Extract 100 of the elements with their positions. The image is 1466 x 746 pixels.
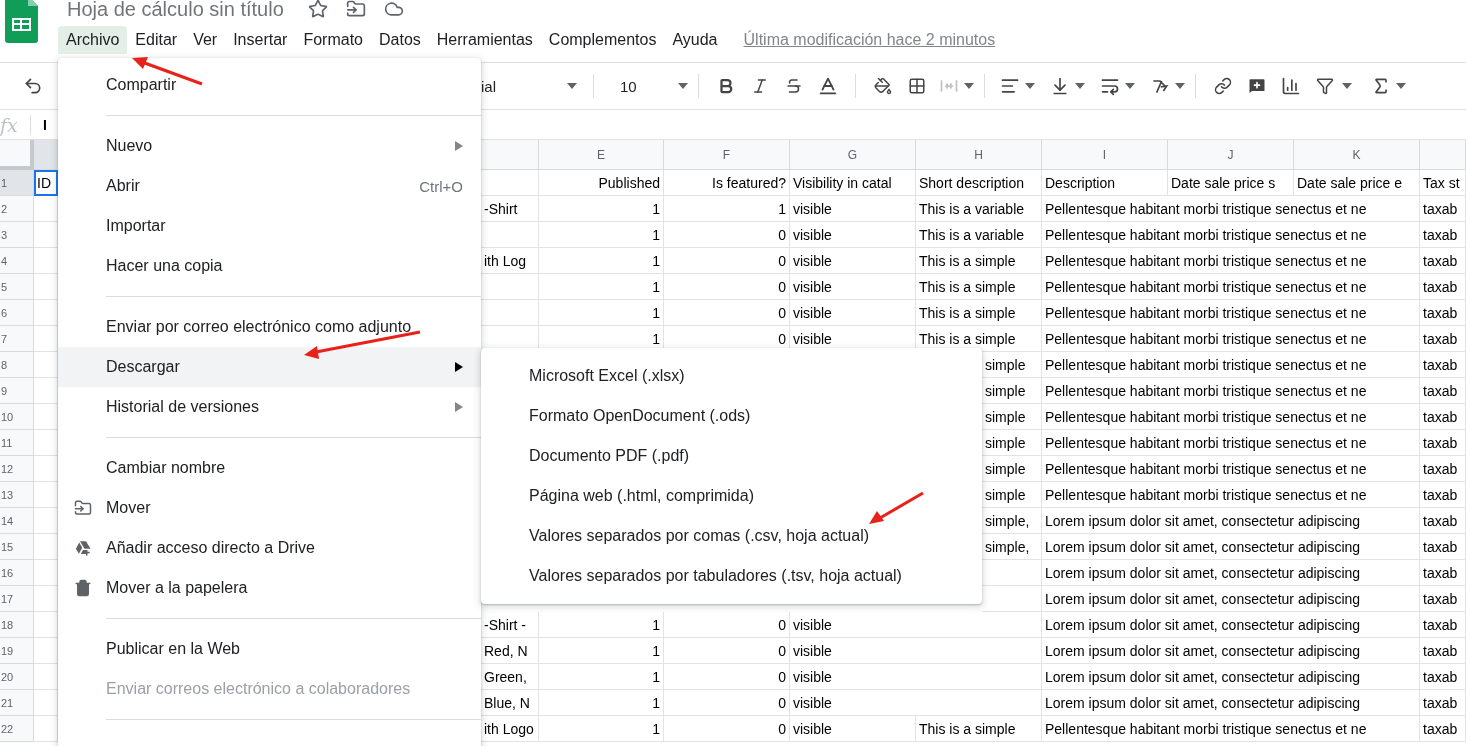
column-header[interactable]: G	[790, 140, 916, 170]
row-number[interactable]: 22	[0, 716, 34, 742]
column-header[interactable]	[34, 140, 58, 170]
row-number[interactable]: 5	[0, 274, 34, 300]
menu-item[interactable]: Documento PDF (.pdf)	[481, 436, 982, 476]
table-cell[interactable]: 1	[539, 274, 664, 300]
row-number[interactable]: 14	[0, 508, 34, 534]
menu-item[interactable]: Formato OpenDocument (.ods)	[481, 396, 982, 436]
table-cell[interactable]: visible	[790, 716, 916, 742]
table-cell[interactable]: This is a simple	[916, 716, 1042, 742]
row-number[interactable]: 6	[0, 300, 34, 326]
table-cell[interactable]: Pellentesque habitant morbi tristique senectus et ne	[1042, 456, 1420, 482]
row-number[interactable]: 18	[0, 612, 34, 638]
menu-bar-item[interactable]: Insertar	[225, 26, 296, 54]
menu-bar-item[interactable]: Editar	[127, 26, 186, 54]
row-number[interactable]: 16	[0, 560, 34, 586]
move-folder-icon[interactable]	[345, 0, 366, 19]
table-cell[interactable]: Pellentesque habitant morbi tristique senectus et ne	[1042, 222, 1420, 248]
column-header[interactable]: H	[916, 140, 1042, 170]
row-number[interactable]: 15	[0, 534, 34, 560]
table-cell[interactable]: This is a variable	[916, 222, 1042, 248]
row-number[interactable]: 21	[0, 690, 34, 716]
menu-item[interactable]: Importar	[58, 206, 481, 246]
table-cell[interactable]: Lorem ipsum dolor sit amet, consectetur adipiscing	[1042, 612, 1420, 638]
table-cell[interactable]: taxab	[1420, 612, 1466, 638]
column-header[interactable]: F	[664, 140, 790, 170]
font-size-dropdown[interactable]: 10	[604, 77, 688, 95]
row-number[interactable]: 17	[0, 586, 34, 612]
table-cell[interactable]: visible	[790, 248, 916, 274]
table-cell[interactable]: Lorem ipsum dolor sit amet, consectetur adipiscing	[1042, 508, 1420, 534]
menu-bar-item[interactable]: Herramientas	[428, 26, 541, 54]
table-cell[interactable]: Lorem ipsum dolor sit amet, consectetur adipiscing	[1042, 638, 1420, 664]
row-number[interactable]: 10	[0, 404, 34, 430]
formula-value[interactable]: I	[43, 116, 47, 133]
menu-item[interactable]: Abrir Ctrl+O	[58, 166, 481, 206]
column-header[interactable]: I	[1042, 140, 1168, 170]
table-cell[interactable]: taxab	[1420, 456, 1466, 482]
table-cell[interactable]: 0	[664, 222, 790, 248]
row-number[interactable]: 13	[0, 482, 34, 508]
table-cell[interactable]: 1	[539, 196, 664, 222]
menu-item[interactable]: Página web (.html, comprimida)	[481, 476, 982, 516]
table-cell[interactable]: This is a simple	[916, 248, 1042, 274]
table-cell[interactable]: Tax st	[1420, 170, 1466, 196]
menu-item[interactable]: Enviar por correo electrónico como adjunto	[58, 307, 481, 347]
table-cell[interactable]: Lorem ipsum dolor sit amet, consectetur adipiscing	[1042, 664, 1420, 690]
table-cell[interactable]: taxab	[1420, 300, 1466, 326]
table-cell[interactable]: taxab	[1420, 664, 1466, 690]
table-cell[interactable]: Published	[539, 170, 664, 196]
menu-item[interactable]: Valores separados por comas (.csv, hoja actual)	[481, 516, 982, 556]
table-cell[interactable]: 0	[664, 612, 790, 638]
table-cell[interactable]: Description	[1042, 170, 1168, 196]
table-cell[interactable]: Date sale price s	[1168, 170, 1294, 196]
table-cell[interactable]: visible	[790, 664, 1042, 690]
cloud-icon[interactable]	[383, 0, 404, 19]
document-title[interactable]: Hoja de cálculo sin título	[67, 0, 284, 21]
table-cell[interactable]: Pellentesque habitant morbi tristique senectus et ne	[1042, 716, 1420, 742]
column-header[interactable]: K	[1294, 140, 1420, 170]
table-cell[interactable]: Lorem ipsum dolor sit amet, consectetur adipiscing	[1042, 690, 1420, 716]
table-cell[interactable]: This is a simple	[916, 274, 1042, 300]
menu-bar-item[interactable]: Formato	[295, 26, 371, 54]
table-cell[interactable]: taxab	[1420, 638, 1466, 664]
table-cell[interactable]: 0	[664, 274, 790, 300]
column-header[interactable]	[1420, 140, 1466, 170]
menu-bar-item[interactable]: Ayuda	[664, 26, 726, 54]
row-number[interactable]: 20	[0, 664, 34, 690]
table-cell[interactable]: 1	[539, 638, 664, 664]
table-cell[interactable]: 0	[664, 638, 790, 664]
table-cell[interactable]: taxab	[1420, 222, 1466, 248]
spreadsheet-logo[interactable]	[5, 0, 38, 44]
menu-item[interactable]: Descargar	[58, 347, 481, 387]
menu-bar-item[interactable]: Archivo	[58, 26, 128, 54]
menu-item[interactable]: Historial de versiones	[58, 387, 481, 427]
table-cell[interactable]: Visibility in catal	[790, 170, 916, 196]
table-cell[interactable]: 1	[664, 196, 790, 222]
table-cell[interactable]: 1	[539, 248, 664, 274]
table-cell[interactable]: This is a variable	[916, 196, 1042, 222]
menu-item[interactable]: Añadir acceso directo a Drive	[58, 528, 481, 568]
row-number[interactable]: 12	[0, 456, 34, 482]
menu-item[interactable]: Nuevo	[58, 126, 481, 166]
table-cell[interactable]: Short description	[916, 170, 1042, 196]
row-number[interactable]: 4	[0, 248, 34, 274]
table-cell[interactable]: taxab	[1420, 482, 1466, 508]
table-cell[interactable]: visible	[790, 222, 916, 248]
table-cell[interactable]: Pellentesque habitant morbi tristique senectus et ne	[1042, 274, 1420, 300]
table-cell[interactable]: Date sale price e	[1294, 170, 1420, 196]
table-cell[interactable]: taxab	[1420, 560, 1466, 586]
table-cell[interactable]: 1	[539, 716, 664, 742]
table-cell[interactable]: visible	[790, 638, 1042, 664]
row-number[interactable]: 8	[0, 352, 34, 378]
row-number[interactable]: 1	[0, 170, 34, 196]
table-cell[interactable]: taxab	[1420, 586, 1466, 612]
table-cell[interactable]: 0	[664, 248, 790, 274]
column-header[interactable]: J	[1168, 140, 1294, 170]
table-cell[interactable]: Pellentesque habitant morbi tristique senectus et ne	[1042, 404, 1420, 430]
column-header[interactable]: E	[539, 140, 664, 170]
table-cell[interactable]: Pellentesque habitant morbi tristique senectus et ne	[1042, 326, 1420, 352]
row-number[interactable]: 19	[0, 638, 34, 664]
menu-item[interactable]: Compartir	[58, 65, 481, 105]
table-cell[interactable]: 0	[664, 690, 790, 716]
row-number[interactable]: 9	[0, 378, 34, 404]
